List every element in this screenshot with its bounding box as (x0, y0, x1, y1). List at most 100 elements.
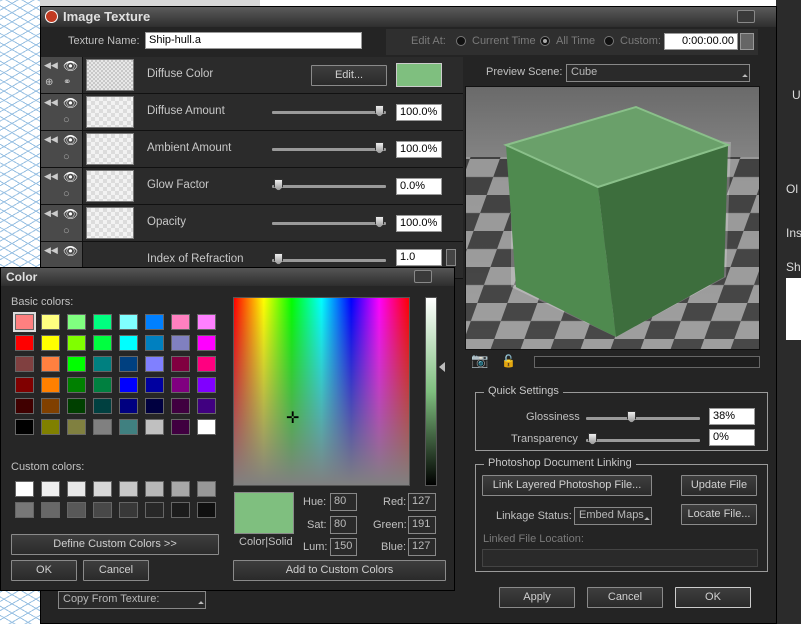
texture-thumbnail[interactable] (86, 59, 134, 91)
color-swatch[interactable] (171, 419, 190, 435)
color-swatch[interactable] (145, 419, 164, 435)
copy-from-texture-dropdown[interactable]: Copy From Texture: (58, 591, 206, 609)
color-swatch[interactable] (93, 377, 112, 393)
color-swatch[interactable] (41, 314, 60, 330)
color-swatch[interactable] (145, 314, 164, 330)
color-swatch[interactable] (93, 502, 112, 518)
color-swatch[interactable] (13, 312, 36, 332)
eye-icon[interactable]: 👁 (63, 59, 78, 73)
link-photoshop-file-button[interactable]: Link Layered Photoshop File... (482, 475, 652, 496)
color-swatch[interactable] (197, 419, 216, 435)
lum-input[interactable]: 150 (330, 538, 357, 556)
rewind-icon[interactable]: ◀◀ (44, 97, 58, 108)
color-swatch[interactable] (41, 398, 60, 414)
color-swatch[interactable] (15, 481, 34, 497)
preview-scene-dropdown[interactable]: Cube (566, 64, 750, 82)
value-input[interactable]: 0.0% (396, 178, 442, 195)
color-swatch[interactable] (41, 419, 60, 435)
linked-location-field[interactable] (482, 549, 758, 567)
cancel-button[interactable]: Cancel (587, 587, 663, 608)
value-input[interactable]: 1.0 (396, 249, 442, 266)
rewind-icon[interactable]: ◀◀ (44, 245, 58, 256)
color-swatch[interactable] (171, 398, 190, 414)
slider-track[interactable] (272, 111, 386, 114)
channel-row-ambient-amount[interactable]: ◀◀ 👁 ○ Ambient Amount 100.0% (41, 131, 463, 168)
color-swatch[interactable] (15, 335, 34, 351)
color-swatch[interactable] (171, 481, 190, 497)
color-swatch[interactable] (197, 502, 216, 518)
color-swatch[interactable] (119, 356, 138, 372)
edit-button[interactable]: Edit... (311, 65, 387, 86)
slider-track[interactable] (272, 185, 386, 188)
color-swatch[interactable] (93, 419, 112, 435)
add-icon[interactable]: ⊕ (45, 77, 53, 88)
color-swatch[interactable] (171, 335, 190, 351)
scroll-down[interactable] (446, 249, 456, 266)
color-swatch[interactable] (93, 481, 112, 497)
rewind-icon[interactable]: ◀◀ (44, 60, 58, 71)
color-swatch[interactable] (67, 314, 86, 330)
value-input[interactable]: 100.0% (396, 104, 442, 121)
color-swatch[interactable] (145, 335, 164, 351)
color-swatch[interactable] (145, 481, 164, 497)
apply-button[interactable]: Apply (499, 587, 575, 608)
color-swatch[interactable] (67, 335, 86, 351)
color-swatch[interactable] (119, 377, 138, 393)
color-swatch[interactable] (67, 377, 86, 393)
color-swatch[interactable] (93, 335, 112, 351)
channel-row-opacity[interactable]: ◀◀ 👁 ○ Opacity 100.0% (41, 205, 463, 242)
time-spinner[interactable] (740, 33, 754, 50)
color-swatch[interactable] (67, 356, 86, 372)
hue-input[interactable]: 80 (330, 493, 357, 511)
texture-thumbnail[interactable] (86, 207, 134, 239)
color-swatch[interactable] (145, 398, 164, 414)
transparency-input[interactable]: 0% (709, 429, 755, 446)
color-dialog-title-bar[interactable]: Color (1, 268, 454, 286)
slider-knob[interactable] (375, 142, 384, 154)
color-swatch[interactable] (67, 419, 86, 435)
all-time-radio[interactable] (540, 36, 550, 46)
color-swatch[interactable] (197, 314, 216, 330)
color-swatch[interactable] (15, 356, 34, 372)
color-swatch[interactable] (119, 335, 138, 351)
texture-thumbnail[interactable] (86, 96, 134, 128)
eye-icon[interactable]: 👁 (63, 170, 78, 184)
color-swatch[interactable] (197, 356, 216, 372)
color-swatch[interactable] (119, 502, 138, 518)
color-cancel-button[interactable]: Cancel (83, 560, 149, 581)
color-swatch[interactable] (93, 398, 112, 414)
eye-icon[interactable]: 👁 (63, 96, 78, 110)
eye-icon[interactable]: 👁 (63, 244, 78, 258)
color-swatch[interactable] (41, 481, 60, 497)
color-swatch[interactable] (15, 377, 34, 393)
luminance-arrow-icon[interactable] (439, 362, 445, 372)
color-swatch[interactable] (197, 335, 216, 351)
color-swatch[interactable] (197, 481, 216, 497)
color-spectrum[interactable]: ✛ (233, 297, 410, 486)
current-time-radio[interactable] (456, 36, 466, 46)
color-swatch[interactable] (67, 398, 86, 414)
value-input[interactable]: 100.0% (396, 141, 442, 158)
transparency-slider-knob[interactable] (588, 433, 597, 445)
slider-track[interactable] (272, 259, 386, 262)
color-swatch[interactable] (119, 481, 138, 497)
glossiness-slider[interactable] (586, 417, 700, 420)
color-swatch[interactable] (41, 502, 60, 518)
slider-knob[interactable] (375, 216, 384, 228)
color-swatch[interactable] (41, 377, 60, 393)
color-swatch[interactable] (67, 481, 86, 497)
color-swatch[interactable] (171, 377, 190, 393)
color-swatch[interactable] (93, 356, 112, 372)
eye-icon[interactable]: 👁 (63, 133, 78, 147)
custom-time-radio[interactable] (604, 36, 614, 46)
rewind-icon[interactable]: ◀◀ (44, 171, 58, 182)
title-bar[interactable]: Image Texture (41, 7, 776, 27)
color-swatch[interactable] (119, 419, 138, 435)
channel-row-diffuse-amount[interactable]: ◀◀ 👁 ○ Diffuse Amount 100.0% (41, 94, 463, 131)
lock-icon[interactable]: 🔓 (501, 354, 516, 368)
color-swatch[interactable] (15, 398, 34, 414)
color-swatch[interactable] (41, 356, 60, 372)
color-ok-button[interactable]: OK (11, 560, 77, 581)
time-input[interactable]: 0:00:00.00 (664, 33, 738, 50)
color-swatch[interactable] (145, 377, 164, 393)
